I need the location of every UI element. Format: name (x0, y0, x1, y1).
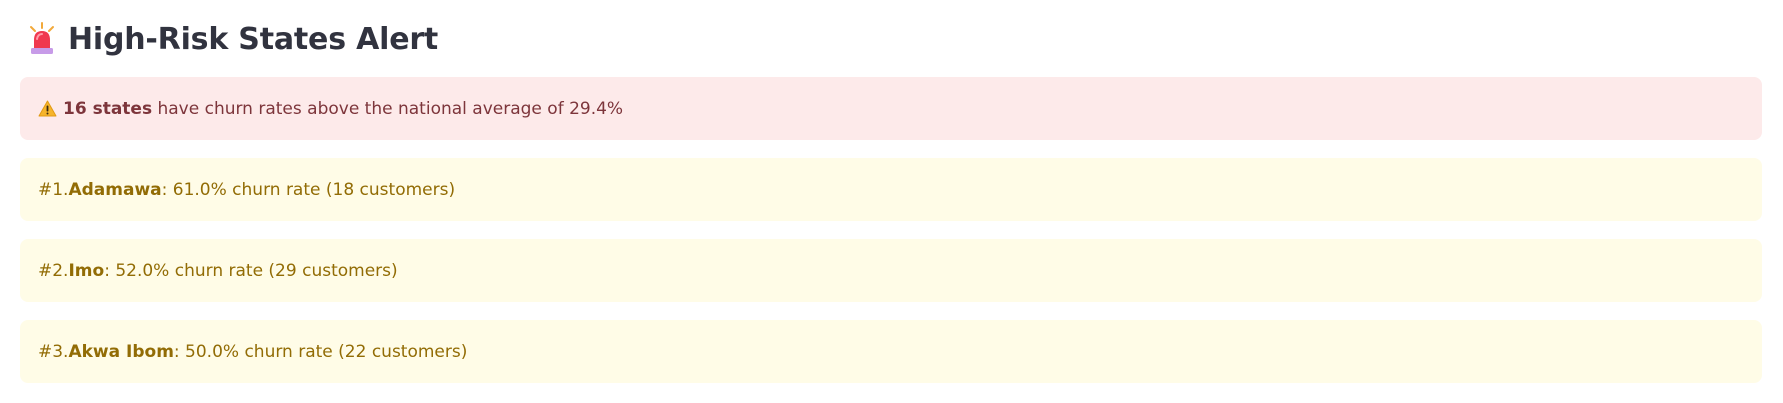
state-name: Akwa Ibom (68, 341, 174, 362)
state-alert-item: #1. Adamawa: 61.0% churn rate (18 custom… (20, 158, 1762, 221)
summary-description: have churn rates above the national aver… (152, 98, 624, 119)
summary-alert: 16 states have churn rates above the nat… (20, 77, 1762, 140)
state-alert-item: #3. Akwa Ibom: 50.0% churn rate (22 cust… (20, 320, 1762, 383)
state-name: Adamawa (68, 179, 162, 200)
state-rank: #3. (38, 341, 69, 362)
warning-icon (38, 100, 57, 117)
summary-count: 16 states (63, 98, 153, 119)
state-name: Imo (68, 260, 105, 281)
summary-text: 16 states have churn rates above the nat… (63, 99, 623, 119)
siren-icon (27, 22, 57, 56)
state-rank: #2. (38, 260, 69, 281)
state-detail: : 61.0% churn rate (18 customers) (161, 179, 456, 200)
state-rank: #1. (38, 179, 69, 200)
main-content: High-Risk States Alert 16 states have ch… (20, 0, 1762, 383)
section-header: High-Risk States Alert (20, 11, 1762, 67)
state-detail: : 50.0% churn rate (22 customers) (173, 341, 468, 362)
page-title: High-Risk States Alert (68, 21, 439, 57)
state-alert-item: #2. Imo: 52.0% churn rate (29 customers) (20, 239, 1762, 302)
state-detail: : 52.0% churn rate (29 customers) (104, 260, 398, 281)
